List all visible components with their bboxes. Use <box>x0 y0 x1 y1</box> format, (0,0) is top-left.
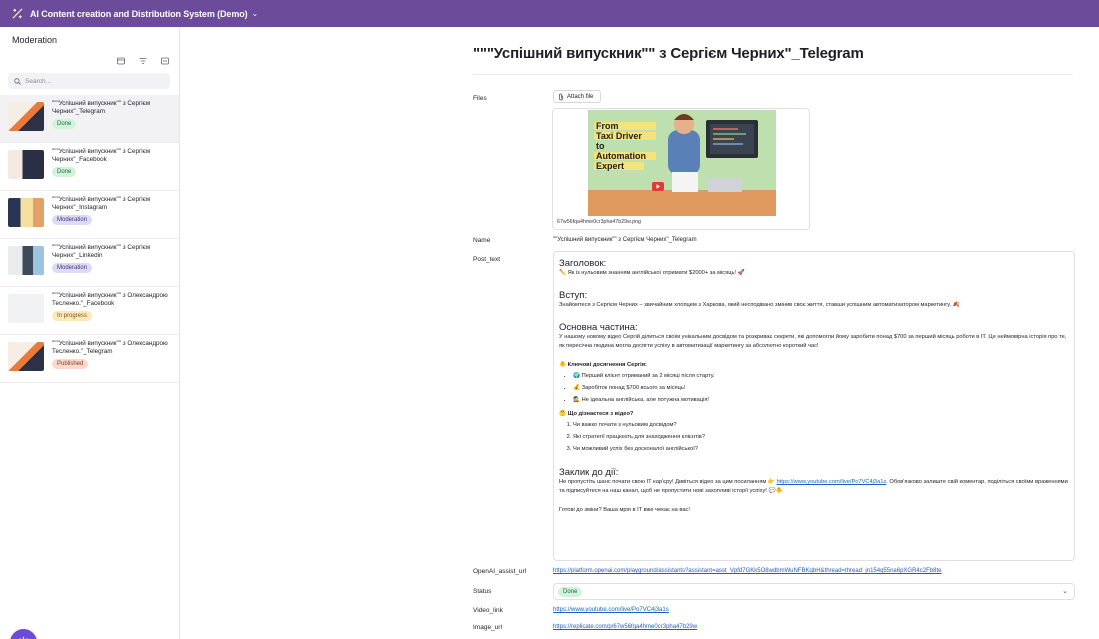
attach-file-button[interactable]: Attach file <box>553 90 601 103</box>
list-item: Які стратегії працюють для знаходження к… <box>573 431 1069 443</box>
cover-text-line-2: Taxi Driver <box>596 131 642 141</box>
achievements-title: 🐥 Ключові досягнення Сергія: <box>559 362 647 368</box>
video-link-label: Video_link <box>473 607 503 614</box>
paperclip-icon <box>558 93 564 101</box>
settings-button[interactable] <box>10 629 37 639</box>
page-title: """Успішний випускник"" з Сергієм Черних… <box>473 45 864 62</box>
list-item-title: """Успішний випускник"" з Сергієм Черних… <box>52 100 151 115</box>
chevron-down-icon[interactable]: ⌄ <box>1062 587 1068 595</box>
openai-url-label: OpenAI_assist_url <box>473 568 527 575</box>
cover-text-line-5: Expert <box>596 161 624 171</box>
cta-video-link[interactable]: https://www.youtube.com/live/Po7VC4j3a1s <box>777 479 887 485</box>
post-paragraph: ✏️ Як із нульовим знанням англійської от… <box>559 270 745 276</box>
record-thumbnail <box>8 342 44 371</box>
post-paragraph: Не пропустіть шанс почати свою IT кар'єр… <box>559 478 1069 496</box>
status-select[interactable]: Done ⌄ <box>553 583 1075 600</box>
learn-list: Чи важко почати з нульовим досвідом? Які… <box>573 419 1069 455</box>
list-item[interactable]: """Успішний випускник"" з Сергієм Черних… <box>0 143 179 191</box>
post-text-field[interactable]: Заголовок: ✏️ Як із нульовим знанням анг… <box>553 251 1075 561</box>
filter-icon[interactable] <box>138 56 147 65</box>
post-heading-title: Заголовок: <box>559 258 607 269</box>
file-name: 67w56fqa4hme0cr3pha47b29w.png <box>557 219 641 225</box>
chevron-down-icon[interactable]: ⌄ <box>252 9 259 18</box>
name-label: Name <box>473 237 491 244</box>
status-badge: Done <box>558 586 583 597</box>
record-thumbnail <box>8 198 44 227</box>
cover-text-line-1: From <box>596 121 619 131</box>
record-thumbnail <box>8 246 44 275</box>
post-heading-intro: Вступ: <box>559 290 588 301</box>
cover-image[interactable]: From Taxi Driver to Automation Expert <box>588 110 776 216</box>
app-logo-icon <box>10 7 24 21</box>
post-heading-cta: Заклик до дії: <box>559 467 619 478</box>
list-item[interactable]: """Успішний випускник"" з Олександрою Те… <box>0 335 179 383</box>
record-list: """Успішний випускник"" з Сергієм Черних… <box>0 95 179 383</box>
status-badge: Moderation <box>52 215 93 225</box>
openai-url-link[interactable]: https://platform.openai.com/playground/a… <box>553 568 941 574</box>
list-item-title: """Успішний випускник"" з Олександрою Те… <box>52 340 168 355</box>
post-heading-main: Основна частина: <box>559 322 638 333</box>
list-item: 🌍 Перший клієнт отриманий за 2 місяці пі… <box>573 370 1069 382</box>
image-url-label: Image_url <box>473 624 502 631</box>
files-label: Files <box>473 95 487 102</box>
search-input[interactable]: Search... <box>8 73 170 89</box>
post-text-label: Post_text <box>473 256 501 263</box>
status-label: Status <box>473 588 492 595</box>
list-item[interactable]: """Успішний випускник"" з Сергієм Черних… <box>0 191 179 239</box>
sidebar: Moderation Search... """Успішний випускн… <box>0 27 180 639</box>
layout-icon[interactable] <box>116 56 125 65</box>
list-item-title: """Успішний випускник"" з Олександрою Те… <box>52 292 168 307</box>
cta-text: Не пропустіть шанс почати свою IT кар'єр… <box>559 479 777 485</box>
list-item[interactable]: """Успішний випускник"" з Сергієм Черних… <box>0 95 179 143</box>
status-badge: Done <box>52 119 77 129</box>
learn-title: 🤔 Що дізнаєтеся з відео? <box>559 411 634 417</box>
record-detail: """Успішний випускник"" з Сергієм Черних… <box>181 27 1099 639</box>
post-paragraph: Знайомтеся з Сергієм Черних – звичайним … <box>559 302 960 308</box>
file-attachment[interactable]: From Taxi Driver to Automation Expert 67… <box>552 108 810 230</box>
record-thumbnail <box>8 150 44 179</box>
status-badge: Done <box>52 167 77 177</box>
achievements-list: 🌍 Перший клієнт отриманий за 2 місяці пі… <box>573 370 1069 406</box>
post-paragraph: У нашому новому відео Сергій ділиться св… <box>559 334 1067 349</box>
status-badge: Moderation <box>52 263 93 273</box>
status-badge: In progress <box>52 311 93 321</box>
list-item: Чи можливий успіх без досконалої англійс… <box>573 443 1069 455</box>
search-placeholder: Search... <box>25 77 52 85</box>
post-paragraph: Готові до зміни? Ваша мрія в IT вже чека… <box>559 507 690 513</box>
status-badge: Published <box>52 359 89 369</box>
divider <box>473 74 1073 75</box>
list-item[interactable]: """Успішний випускник"" з Сергієм Черних… <box>0 239 179 287</box>
list-item-title: """Успішний випускник"" з Сергієм Черних… <box>52 148 151 163</box>
list-item: 🕵 Не ідеальна англійська, але потужна мо… <box>573 394 1069 406</box>
top-bar: AI Content creation and Distribution Sys… <box>0 0 1099 27</box>
list-item: Чи важко почати з нульовим досвідом? <box>573 419 1069 431</box>
app-title[interactable]: AI Content creation and Distribution Sys… <box>30 9 248 19</box>
record-thumbnail <box>8 102 44 131</box>
list-item-title: """Успішний випускник"" з Сергієм Черних… <box>52 244 151 259</box>
list-item-title: """Успішний випускник"" з Сергієм Черних… <box>52 196 151 211</box>
search-icon <box>14 77 21 85</box>
view-title: Moderation <box>12 35 58 45</box>
image-url-link[interactable]: https://replicate.com/p/67w56fqa4hme0cr3… <box>553 624 697 630</box>
record-thumbnail <box>8 294 44 323</box>
cover-text-line-4: Automation <box>596 151 646 161</box>
sidebar-toolbar <box>116 56 169 65</box>
list-item: 💰 Заробіток понад $700 всього за місяць! <box>573 382 1069 394</box>
attach-file-label: Attach file <box>567 93 594 100</box>
name-value[interactable]: ""Успішний випускник"" з Сергієм Черних"… <box>553 237 697 243</box>
sort-icon[interactable] <box>160 56 169 65</box>
video-link[interactable]: https://www.youtube.com/live/Po7VC4j3a1s <box>553 607 669 613</box>
list-item[interactable]: """Успішний випускник"" з Олександрою Те… <box>0 287 179 335</box>
cover-text-line-3: to <box>596 141 605 151</box>
